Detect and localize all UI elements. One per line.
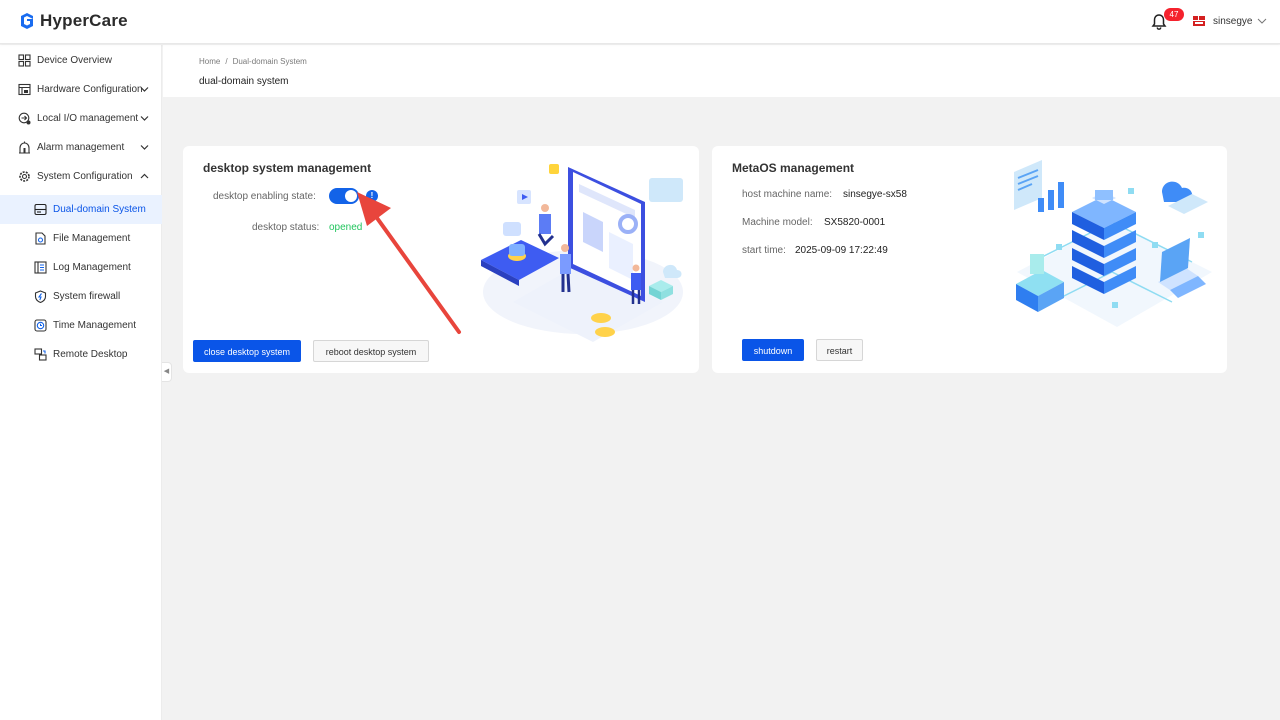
breadcrumb: Home / Dual-domain System — [199, 57, 307, 66]
file-icon — [35, 232, 46, 245]
desktop-enabling-label: desktop enabling state: — [213, 191, 316, 202]
restart-button[interactable]: restart — [816, 339, 863, 361]
sidebar-item-label: Device Overview — [37, 55, 113, 66]
shutdown-button[interactable]: shutdown — [742, 339, 804, 361]
clock-icon — [34, 319, 47, 332]
app-logo[interactable]: HyperCare — [18, 11, 128, 31]
sidebar-item-hardware-configuration[interactable]: Hardware Configuration — [0, 75, 162, 104]
host-machine-name-value: sinsegye-sx58 — [843, 189, 907, 200]
server-illustration — [1014, 160, 1212, 327]
chevron-down-icon[interactable] — [1257, 17, 1267, 25]
username[interactable]: sinsegye — [1213, 16, 1252, 27]
sidebar-item-label: System Configuration — [37, 171, 133, 182]
chevron-down-icon — [140, 87, 149, 92]
reboot-desktop-system-button[interactable]: reboot desktop system — [313, 340, 429, 362]
metaos-card: MetaOS management host machine name: sin… — [712, 146, 1227, 373]
sidebar-collapse-toggle[interactable]: ◀ — [162, 362, 172, 382]
sidebar-item-alarm-management[interactable]: Alarm management — [0, 133, 162, 162]
card-title: MetaOS management — [732, 161, 855, 175]
machine-model-label: Machine model: — [742, 217, 813, 228]
chevron-up-icon — [140, 173, 149, 179]
io-icon — [18, 112, 31, 125]
hypercare-logo-icon — [21, 13, 33, 29]
sidebar-item-label: Dual-domain System — [53, 204, 146, 215]
sidebar-item-local-io[interactable]: Local I/O management — [0, 104, 162, 133]
desktop-status-label: desktop status: — [252, 222, 320, 233]
machine-model-value: SX5820-0001 — [824, 217, 886, 228]
card-title: desktop system management — [203, 161, 372, 175]
sidebar-item-label: Log Management — [53, 262, 131, 273]
page-header: Home / Dual-domain System dual-domain syst… — [163, 45, 1280, 97]
toggle-knob — [345, 190, 357, 202]
hardware-icon — [18, 83, 31, 96]
annotation-arrow — [357, 192, 461, 334]
sidebar-item-label: Time Management — [53, 320, 136, 331]
page-title: dual-domain system — [199, 76, 289, 87]
chevron-down-icon — [140, 116, 149, 121]
log-icon — [34, 261, 47, 274]
top-header: HyperCare 47 sinsegye — [0, 0, 1280, 44]
sidebar-subitem-dual-domain-system[interactable]: Dual-domain System — [0, 195, 162, 224]
breadcrumb-separator: / — [225, 57, 228, 66]
sidebar-item-label: Alarm management — [37, 142, 125, 153]
desktop-enabling-toggle[interactable] — [329, 188, 359, 204]
host-machine-name-label: host machine name: — [742, 189, 833, 200]
notification-badge: 47 — [1164, 8, 1184, 21]
sidebar-item-label: Remote Desktop — [53, 349, 128, 360]
chevron-down-icon — [140, 145, 149, 150]
sidebar-item-label: Local I/O management — [37, 113, 139, 124]
sidebar-subitem-log-management[interactable]: Log Management — [0, 253, 162, 282]
start-time-label: start time: — [742, 245, 786, 256]
sidebar-item-label: File Management — [53, 233, 131, 244]
desktop-illustration — [481, 164, 683, 342]
sidebar-item-device-overview[interactable]: Device Overview — [0, 46, 162, 75]
dual-domain-icon — [34, 203, 47, 216]
info-icon[interactable]: ! — [366, 190, 378, 202]
remote-desktop-icon — [34, 348, 47, 361]
sidebar: Device Overview Hardware Configuration L… — [0, 45, 162, 720]
grid-icon — [18, 54, 31, 67]
breadcrumb-home-link[interactable]: Home — [199, 57, 220, 66]
sidebar-item-system-configuration[interactable]: System Configuration — [0, 162, 162, 191]
settings-icon — [19, 171, 30, 182]
close-desktop-system-button[interactable]: close desktop system — [193, 340, 301, 362]
desktop-status-value: opened — [329, 222, 363, 233]
start-time-value: 2025-09-09 17:22:49 — [795, 245, 888, 256]
sidebar-subitem-time-management[interactable]: Time Management — [0, 311, 162, 340]
shield-icon — [34, 290, 47, 303]
alarm-icon — [19, 141, 30, 154]
desktop-system-card: desktop system management desktop enabli… — [183, 146, 699, 373]
sidebar-subitem-remote-desktop[interactable]: Remote Desktop — [0, 340, 162, 369]
sidebar-subitem-file-management[interactable]: File Management — [0, 224, 162, 253]
sidebar-subitem-system-firewall[interactable]: System firewall — [0, 282, 162, 311]
app-name: HyperCare — [40, 11, 128, 30]
user-avatar[interactable] — [1192, 14, 1206, 28]
sidebar-item-label: System firewall — [53, 291, 121, 302]
sidebar-item-label: Hardware Configuration — [37, 84, 143, 95]
breadcrumb-current: Dual-domain System — [232, 57, 307, 66]
